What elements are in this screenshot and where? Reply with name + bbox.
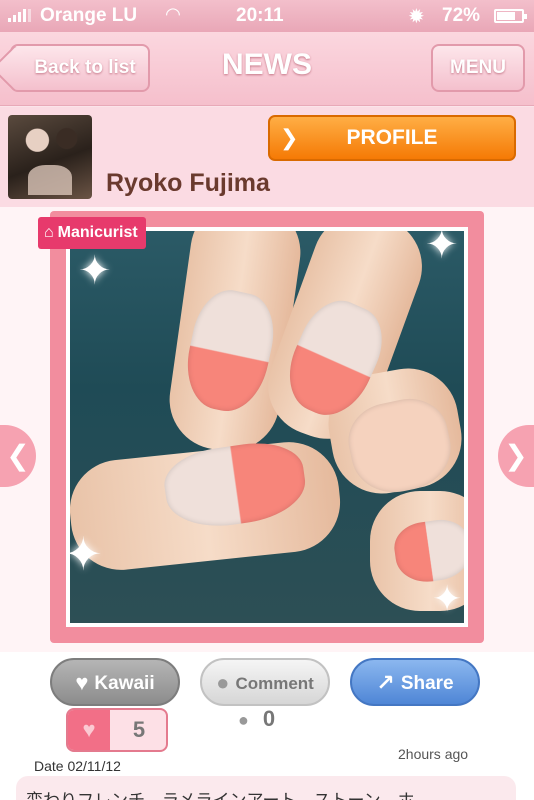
wifi-icon: ◠ <box>166 4 180 24</box>
carrier-name: Orange LU <box>40 5 138 26</box>
avatar[interactable] <box>8 115 92 199</box>
photo-viewer: ✦ ✦ ✦ ✦ ⌂ Manicurist ❮ ❯ <box>0 207 534 652</box>
comment-button-label: Comment <box>235 674 314 693</box>
arrow-right-icon: ❯ <box>280 125 299 150</box>
post-description: 変わりフレンチ ラメラインアート ストーン ホ <box>16 776 516 800</box>
post-actions: ♥ Kawaii ● Comment ↗ Share ♥ 5 ● 0 2hours ag… <box>0 652 534 800</box>
profile-button[interactable]: ❯ PROFILE <box>268 115 516 161</box>
heart-icon: ♥ <box>75 670 89 695</box>
activity-spinner-icon: ✹ <box>408 6 425 28</box>
category-badge-label: Manicurist <box>57 224 138 241</box>
sparkle-icon: ✦ <box>78 249 112 293</box>
share-button-label: Share <box>400 673 454 694</box>
category-badge: ⌂ Manicurist <box>38 217 146 249</box>
sparkle-icon: ✦ <box>70 528 103 580</box>
nav-bar: Back to list NEWS MENU <box>0 32 534 106</box>
sparkle-icon: ✦ <box>425 231 459 267</box>
user-name: Ryoko Fujima <box>106 169 270 197</box>
kawaii-button-label: Kawaii <box>94 673 155 694</box>
like-count: 5 <box>132 717 146 742</box>
post-date: Date 02/11/12 <box>34 758 121 774</box>
share-arrow-icon: ↗ <box>376 670 395 695</box>
menu-button[interactable]: MENU <box>431 44 525 92</box>
posted-time: 2hours ago <box>398 746 469 762</box>
comment-counter: ● 0 <box>238 706 275 732</box>
previous-photo-button[interactable]: ❮ <box>0 425 36 487</box>
kawaii-button[interactable]: ♥ Kawaii <box>50 658 180 706</box>
like-counter: ♥ 5 <box>66 708 168 752</box>
heart-icon: ♥ <box>68 710 110 750</box>
clock: 20:11 <box>236 5 284 26</box>
share-button[interactable]: ↗ Share <box>350 658 480 706</box>
signal-icon <box>8 8 31 22</box>
battery-percent: 72% <box>442 5 481 26</box>
comment-count: 0 <box>262 706 276 731</box>
status-bar: Orange LU ◠ 20:11 ✹ 72% <box>0 0 534 32</box>
nail-art-photo[interactable]: ✦ ✦ ✦ ✦ <box>70 231 464 623</box>
photo-frame: ✦ ✦ ✦ ✦ <box>50 211 484 643</box>
speech-bubble-icon: ● <box>238 710 249 730</box>
profile-header: ❯ PROFILE Ryoko Fujima <box>0 107 534 207</box>
sparkle-icon: ✦ <box>432 578 463 619</box>
profile-button-label: PROFILE <box>346 126 438 149</box>
next-photo-button[interactable]: ❯ <box>498 425 534 487</box>
speech-bubble-icon: ● <box>216 670 230 695</box>
comment-button[interactable]: ● Comment <box>200 658 330 706</box>
battery-icon <box>494 9 527 23</box>
home-icon: ⌂ <box>44 224 54 241</box>
